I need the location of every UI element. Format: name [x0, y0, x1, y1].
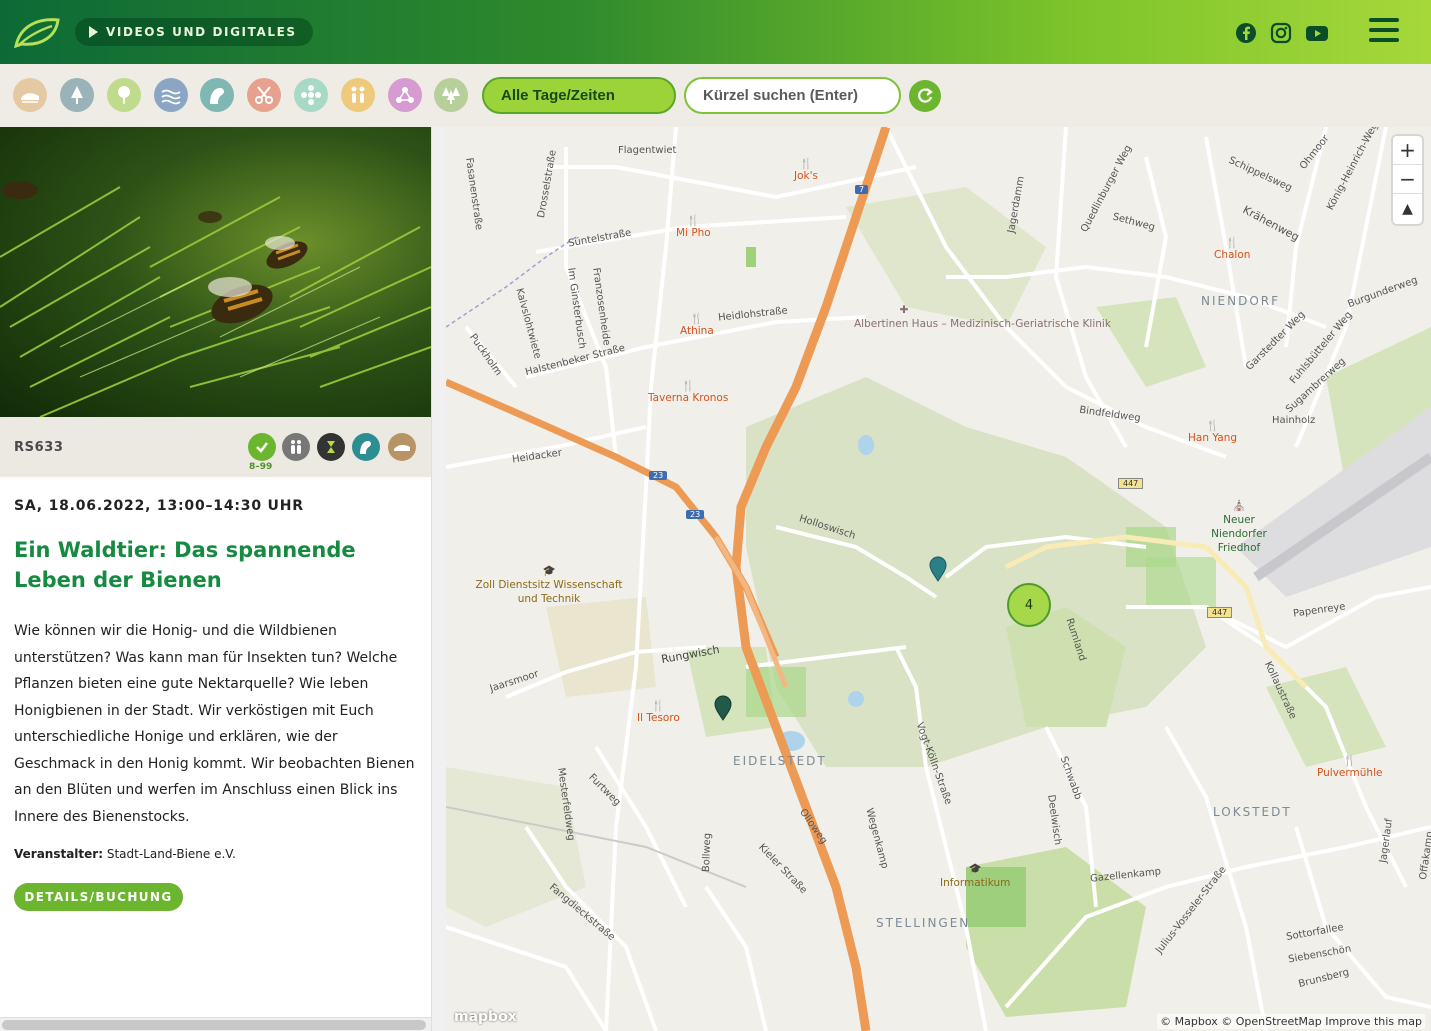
- panel-vertical-scrollbar[interactable]: [431, 127, 446, 1031]
- informatikum-poi[interactable]: 🎓 Informatikum: [940, 862, 1010, 890]
- youtube-icon[interactable]: [1305, 22, 1329, 44]
- event-meta-strip: RS633 8–99: [0, 417, 431, 477]
- event-cluster-marker[interactable]: 4: [1007, 583, 1051, 627]
- street-label: Bollweg: [701, 832, 714, 873]
- category-plants-icon[interactable]: [107, 78, 141, 112]
- event-marker-pin-selected[interactable]: [714, 695, 732, 721]
- road-shield: 447: [1118, 478, 1144, 489]
- street-label: Flagentwiet: [618, 145, 677, 156]
- street-label: Hainholz: [1272, 415, 1316, 426]
- refresh-button[interactable]: [909, 80, 941, 112]
- district-label: STELLINGEN: [876, 916, 971, 930]
- restaurant-poi[interactable]: 🍴 Han Yang: [1188, 419, 1237, 444]
- category-animals-icon[interactable]: [200, 78, 234, 112]
- zoom-out-button[interactable]: −: [1393, 165, 1422, 194]
- code-search-input[interactable]: [703, 87, 893, 104]
- map-zoom-controls: + − ▲: [1393, 136, 1422, 224]
- check-icon: [248, 433, 276, 461]
- restaurant-poi[interactable]: 🍴 Athina: [680, 312, 714, 337]
- district-label: NIENDORF: [1201, 294, 1280, 308]
- code-search-field[interactable]: [684, 77, 901, 114]
- organizer-label: Veranstalter:: [14, 847, 104, 861]
- district-label: LOKSTEDT: [1213, 805, 1292, 819]
- road-shield: 23: [649, 471, 668, 480]
- organizer-name: Stadt-Land-Biene e.V.: [106, 847, 236, 861]
- event-photo-bees: [0, 127, 431, 417]
- animal-category-icon: [352, 433, 380, 461]
- district-label: EIDELSTEDT: [733, 754, 827, 768]
- restaurant-poi[interactable]: 🍴 Chalon: [1214, 236, 1250, 261]
- details-booking-button[interactable]: DETAILS/BUCHUNG: [14, 883, 183, 911]
- mapbox-logo[interactable]: mapbox: [454, 1009, 517, 1025]
- restaurant-poi[interactable]: 🍴 Jok's: [794, 157, 818, 182]
- restaurant-poi[interactable]: 🍴 Mi Pho: [676, 214, 711, 239]
- road-shield: 23: [686, 510, 705, 519]
- event-code: RS633: [14, 440, 64, 455]
- top-header: VIDEOS UND DIGITALES: [0, 0, 1431, 64]
- facebook-icon[interactable]: [1235, 22, 1257, 44]
- event-organizer: Veranstalter: Stadt-Land-Biene e.V.: [14, 847, 236, 861]
- videos-digital-label: VIDEOS UND DIGITALES: [106, 25, 297, 39]
- road-shield: 7: [855, 185, 869, 194]
- category-soil-icon[interactable]: [13, 78, 47, 112]
- leaf-logo-icon[interactable]: [12, 14, 62, 50]
- event-title: Ein Waldtier: Das spannende Leben der Bi…: [14, 538, 356, 592]
- category-trees-icon[interactable]: [434, 78, 468, 112]
- event-date: SA, 18.06.2022, 13:00–14:30 UHR: [14, 498, 304, 514]
- instagram-icon[interactable]: [1270, 22, 1292, 44]
- hourglass-icon: [317, 433, 345, 461]
- age-range: 8–99: [249, 462, 273, 472]
- restaurant-poi[interactable]: 🍴 Il Tesoro: [637, 699, 680, 724]
- office-poi[interactable]: 🎓 Zoll Dienstsitz Wissenschaft und Techni…: [474, 564, 624, 606]
- restaurant-poi[interactable]: 🍴 Taverna Kronos: [648, 379, 728, 404]
- road-shield: 447: [1207, 607, 1233, 618]
- category-family-icon[interactable]: [341, 78, 375, 112]
- days-times-label: Alle Tage/Zeiten: [501, 87, 615, 104]
- play-icon: [89, 26, 98, 38]
- cemetery-poi[interactable]: ⛪ Neuer Niendorfer Friedhof: [1194, 499, 1284, 555]
- event-marker-pin[interactable]: [929, 556, 947, 582]
- category-crafts-icon[interactable]: [247, 78, 281, 112]
- refresh-icon: [918, 88, 933, 103]
- category-water-icon[interactable]: [154, 78, 188, 112]
- category-forest-icon[interactable]: [60, 78, 94, 112]
- category-flower-icon[interactable]: [294, 78, 328, 112]
- videos-digital-button[interactable]: VIDEOS UND DIGITALES: [75, 18, 313, 46]
- panel-horizontal-scrollbar[interactable]: [0, 1017, 431, 1031]
- zoom-in-button[interactable]: +: [1393, 136, 1422, 165]
- filter-bar: Alle Tage/Zeiten: [0, 64, 1431, 127]
- compass-north-icon[interactable]: ▲: [1393, 194, 1422, 223]
- restaurant-poi[interactable]: 🍴 Pulvermühle: [1317, 754, 1382, 779]
- days-times-dropdown[interactable]: Alle Tage/Zeiten: [482, 77, 676, 114]
- soil-category-icon: [388, 433, 416, 461]
- menu-hamburger-icon[interactable]: [1369, 18, 1399, 44]
- map-attribution[interactable]: © Mapbox © OpenStreetMap Improve this ma…: [1157, 1014, 1425, 1029]
- category-network-icon[interactable]: [388, 78, 422, 112]
- family-icon: [282, 433, 310, 461]
- hospital-poi[interactable]: ✚ Albertinen Haus – Medizinisch-Geriatris…: [854, 303, 1111, 331]
- map-view[interactable]: 7 23 23 447 447 Flagentwiet Fasanenstraß…: [446, 127, 1431, 1031]
- event-description: Wie können wir die Honig- und die Wildbi…: [14, 623, 415, 825]
- event-detail-panel: RS633 8–99 SA, 18.06.2022, 13:00–14:30 U…: [0, 127, 431, 1031]
